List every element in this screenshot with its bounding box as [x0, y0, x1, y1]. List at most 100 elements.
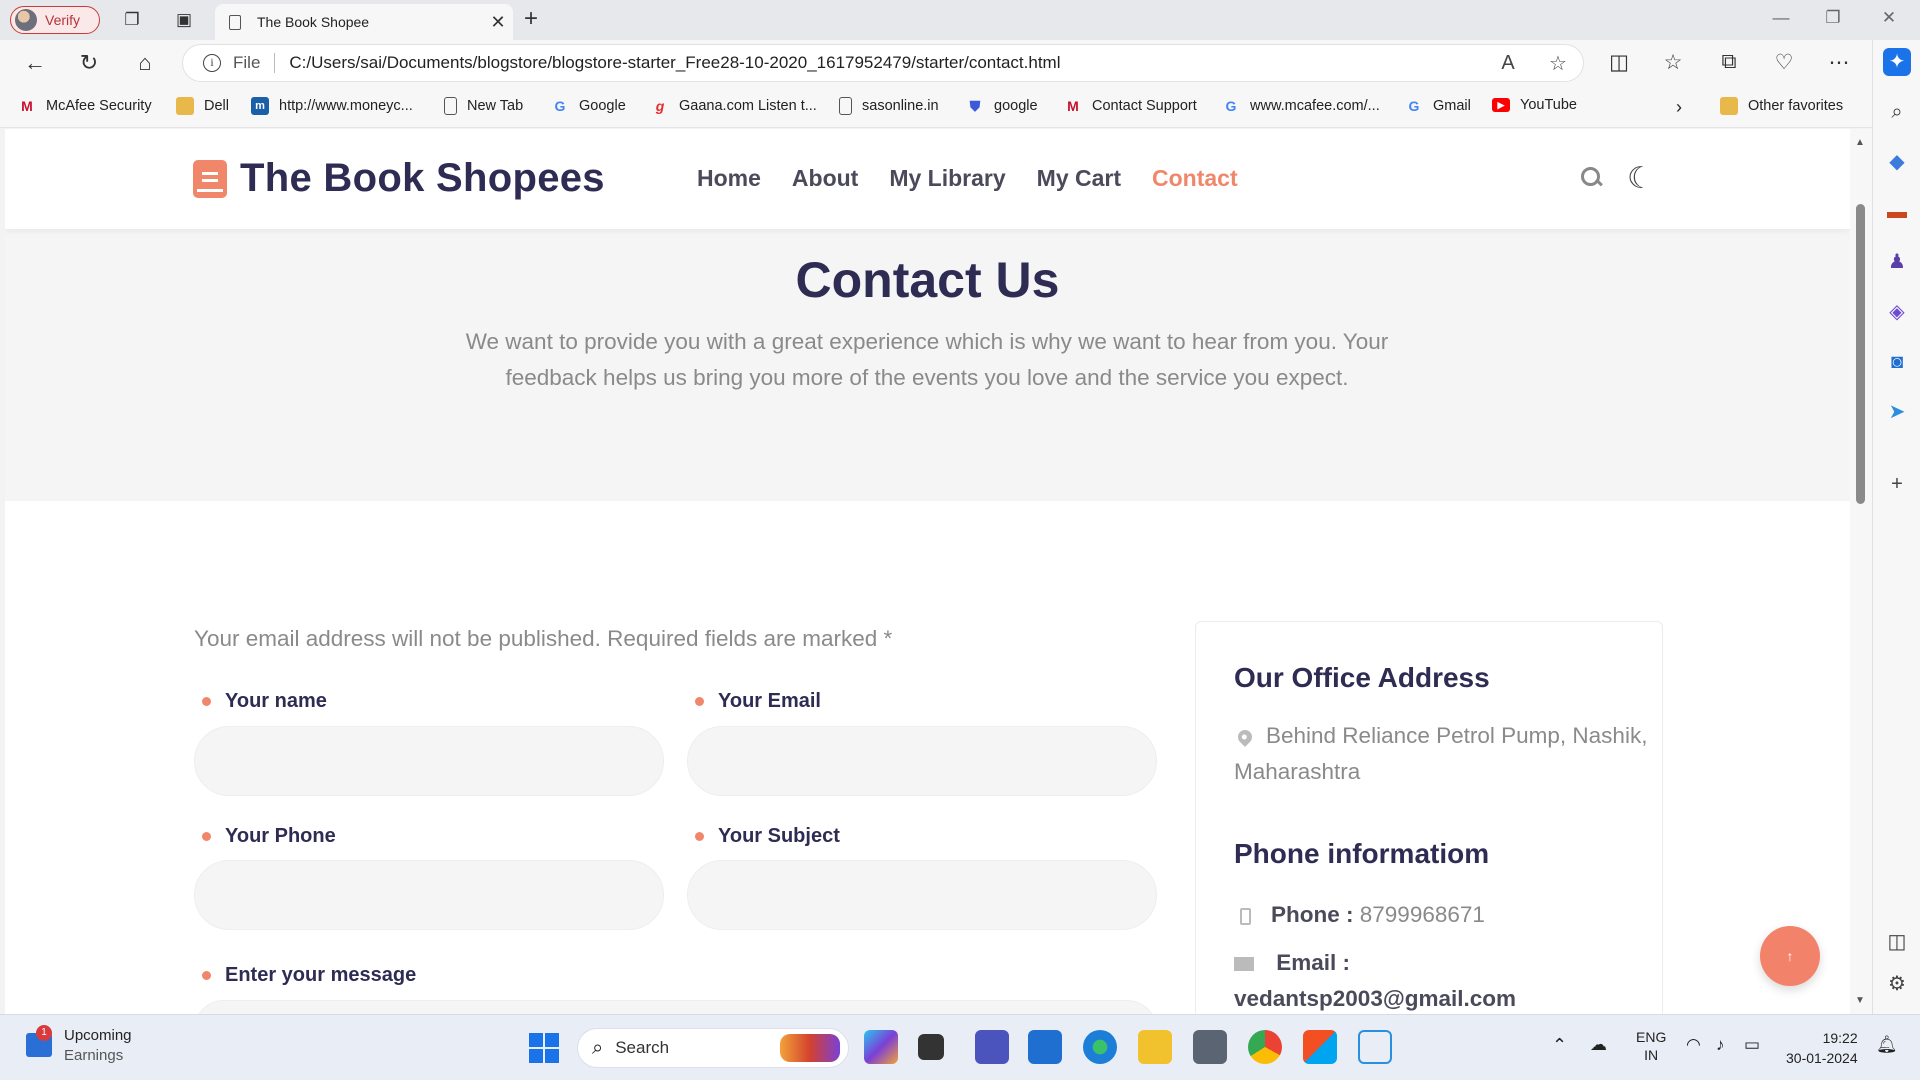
favorite-item[interactable]: sasonline.in — [839, 97, 939, 115]
url-text[interactable]: C:/Users/sai/Documents/blogstore/blogsto… — [289, 53, 1483, 73]
page-icon — [444, 97, 457, 115]
chrome-icon[interactable] — [1248, 1030, 1282, 1064]
edge-browser-icon[interactable] — [1083, 1030, 1117, 1064]
favorites-icon[interactable]: ☆ — [1656, 50, 1690, 75]
favorite-item[interactable]: M Contact Support — [1064, 97, 1197, 115]
language-indicator[interactable]: ENG IN — [1636, 1028, 1666, 1064]
label-text: Your name — [225, 690, 327, 712]
phone-label-text: Phone : — [1271, 902, 1354, 927]
google-icon: G — [554, 98, 566, 114]
profile-verify-button[interactable]: Verify — [10, 6, 100, 34]
back-arrow-icon[interactable]: ← — [20, 50, 50, 76]
office-info-card: Our Office Address Behind Reliance Petro… — [1195, 621, 1663, 1014]
wifi-icon[interactable]: ◠ — [1686, 1035, 1701, 1055]
volume-icon[interactable]: ♪ — [1716, 1035, 1725, 1055]
email-value[interactable]: vedantsp2003@gmail.com — [1234, 986, 1516, 1011]
info-icon[interactable]: i — [203, 54, 221, 72]
main-nav: Home About My Library My Cart Contact — [697, 165, 1269, 192]
browser-toolbar: ← ↻ ⌂ i File C:/Users/sai/Documents/blog… — [0, 40, 1920, 88]
more-menu-icon[interactable]: ⋯ — [1822, 50, 1856, 75]
tools-icon[interactable]: ▬ — [1883, 198, 1911, 226]
chevron-right-icon[interactable]: › — [1676, 97, 1682, 118]
nav-my-cart[interactable]: My Cart — [1037, 165, 1121, 192]
browser-essentials-icon[interactable]: ♡ — [1767, 50, 1801, 75]
taskbar-search[interactable]: ⌕ Search — [577, 1028, 849, 1068]
phone-field[interactable] — [194, 860, 664, 930]
favorite-item[interactable]: ⛊ google — [966, 97, 1038, 115]
other-favorites[interactable]: Other favorites — [1720, 97, 1843, 115]
teams-icon[interactable] — [975, 1030, 1009, 1064]
favorite-item[interactable]: ▶ YouTube — [1492, 97, 1577, 113]
settings-gear-icon[interactable]: ⚙ — [1883, 970, 1911, 998]
chevron-up-icon[interactable]: ⌃ — [1552, 1035, 1567, 1056]
split-screen-icon[interactable]: ◫ — [1602, 50, 1636, 75]
message-field[interactable] — [194, 1000, 1157, 1014]
favorite-item[interactable]: G Gmail — [1405, 97, 1471, 115]
tab-the-book-shopee[interactable]: The Book Shopee ✕ — [215, 4, 513, 40]
favorite-item[interactable]: G Google — [551, 97, 626, 115]
name-field[interactable] — [194, 726, 664, 796]
app-window-icon[interactable] — [1028, 1030, 1062, 1064]
battery-icon[interactable]: ▭ — [1744, 1035, 1760, 1055]
close-tab-icon[interactable]: ✕ — [483, 12, 513, 33]
camera-icon[interactable] — [1193, 1030, 1227, 1064]
home-icon[interactable]: ⌂ — [130, 50, 160, 76]
onedrive-offline-icon[interactable]: ☁ — [1590, 1035, 1607, 1055]
nav-about[interactable]: About — [792, 165, 858, 192]
scrollbar-thumb[interactable] — [1856, 204, 1865, 504]
file-explorer-icon[interactable] — [1138, 1030, 1172, 1064]
subject-label: Your Subject — [695, 825, 840, 848]
collections-icon[interactable]: ⧉ — [1712, 50, 1746, 74]
store-icon[interactable] — [1303, 1030, 1337, 1064]
send-icon[interactable]: ➤ — [1883, 398, 1911, 426]
site-brand[interactable]: The Book Shopees — [240, 156, 605, 201]
favorite-star-icon[interactable]: ☆ — [1533, 51, 1583, 76]
workspaces-icon[interactable]: ❐ — [122, 10, 142, 30]
favorite-item[interactable]: Dell — [176, 97, 229, 115]
add-icon[interactable]: + — [1883, 470, 1911, 498]
minimize-button[interactable]: — — [1758, 8, 1804, 28]
copilot-icon[interactable]: ✦ — [1883, 48, 1911, 76]
nav-contact[interactable]: Contact — [1152, 165, 1238, 192]
search-icon[interactable]: ⌕ — [1883, 98, 1911, 126]
scroll-up-arrow-icon[interactable]: ▲ — [1855, 137, 1865, 148]
browser-titlebar: Verify ❐ ▣ The Book Shopee ✕ + — ❐ ✕ — [0, 0, 1920, 40]
copilot-app-icon[interactable] — [864, 1030, 898, 1064]
refresh-icon[interactable]: ↻ — [74, 50, 104, 76]
scroll-down-arrow-icon[interactable]: ▼ — [1855, 995, 1865, 1006]
favorite-item[interactable]: New Tab — [444, 97, 523, 115]
sidebar-toggle-icon[interactable]: ◫ — [1883, 928, 1911, 956]
book-icon[interactable] — [193, 160, 227, 198]
region-code: IN — [1644, 1047, 1659, 1063]
restore-button[interactable]: ❐ — [1810, 8, 1856, 28]
favorite-label: McAfee Security — [46, 98, 152, 114]
outlook-icon[interactable]: ◙ — [1883, 348, 1911, 376]
vertical-tabs-icon[interactable]: ▣ — [174, 10, 194, 30]
page-scrollbar[interactable]: ▲ ▼ — [1850, 129, 1872, 1014]
notification-bell-icon[interactable]: 🔔︎ — [1876, 1035, 1898, 1055]
favorite-item[interactable]: g Gaana.com Listen t... — [651, 97, 817, 115]
email-field[interactable] — [687, 726, 1157, 796]
favorite-item[interactable]: m http://www.moneyc... — [251, 97, 413, 115]
nav-home[interactable]: Home — [697, 165, 761, 192]
office-icon[interactable]: ◈ — [1883, 298, 1911, 326]
search-icon[interactable] — [1581, 167, 1601, 187]
snipping-tool-icon[interactable] — [1358, 1030, 1392, 1064]
close-window-button[interactable]: ✕ — [1866, 8, 1912, 28]
file-app-icon[interactable] — [918, 1034, 944, 1060]
games-icon[interactable]: ♟ — [1883, 248, 1911, 276]
favorite-item[interactable]: Gwww.mcafee.com/... — [1222, 97, 1380, 115]
subject-field[interactable] — [687, 860, 1157, 930]
windows-start-icon[interactable] — [529, 1033, 559, 1063]
address-bar[interactable]: i File C:/Users/sai/Documents/blogstore/… — [182, 44, 1584, 82]
favorite-item[interactable]: M McAfee Security — [18, 97, 152, 115]
shopping-icon[interactable]: ◆ — [1883, 148, 1911, 176]
dark-mode-moon-icon[interactable]: ☾ — [1627, 161, 1654, 196]
page-title: Contact Us — [795, 252, 1060, 308]
new-tab-button[interactable]: + — [524, 5, 538, 33]
system-clock[interactable]: 19:22 30-01-2024 — [1786, 1028, 1858, 1068]
phone-value: 8799968671 — [1359, 902, 1485, 927]
scroll-to-top-button[interactable]: ↑ — [1760, 926, 1820, 986]
read-aloud-icon[interactable]: A — [1483, 52, 1533, 75]
nav-my-library[interactable]: My Library — [889, 165, 1005, 192]
